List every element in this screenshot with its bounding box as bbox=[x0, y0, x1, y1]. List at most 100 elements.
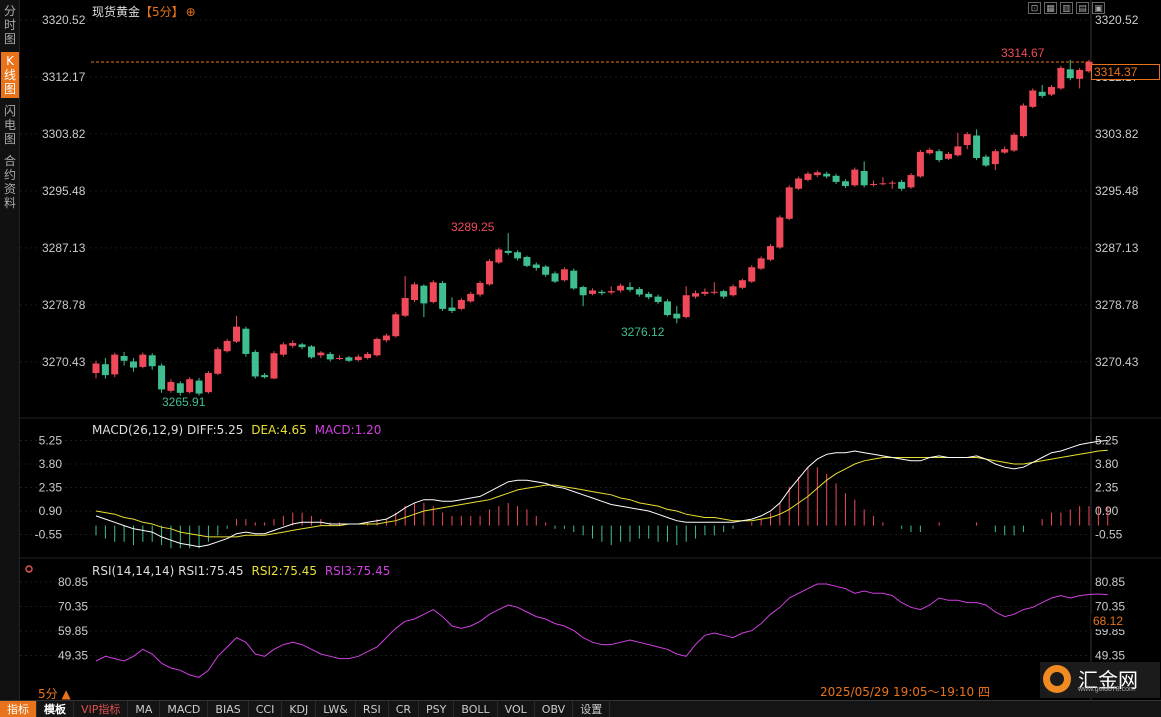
candle-body bbox=[589, 290, 596, 294]
candle-body bbox=[1066, 69, 1074, 79]
window-controls: ⊡ ▦ ▥ ▤ ▣ bbox=[1028, 2, 1105, 14]
candle-body bbox=[832, 175, 840, 182]
rsi-tick-left: 49.35 bbox=[58, 649, 88, 663]
candle-body bbox=[570, 270, 578, 289]
candle-body bbox=[1048, 87, 1056, 95]
toolbar-tab-4[interactable]: MACD bbox=[160, 700, 209, 717]
add-indicator-icon[interactable]: ⊕ bbox=[186, 5, 196, 19]
left-tab-1[interactable]: K线图 bbox=[1, 52, 19, 98]
window-button-0[interactable]: ⊡ bbox=[1028, 2, 1041, 14]
toolbar-tab-13[interactable]: VOL bbox=[498, 700, 535, 717]
macd-tick-right: 2.35 bbox=[1095, 481, 1119, 495]
left-tab-2[interactable]: 闪电图 bbox=[1, 102, 19, 148]
rsi-tick-right: 80.85 bbox=[1095, 575, 1125, 589]
macd-dea-line bbox=[95, 449, 1108, 538]
toolbar-tab-1[interactable]: 模板 bbox=[37, 700, 74, 717]
rsi-params: RSI(14,14,14) bbox=[92, 564, 175, 578]
candle-body bbox=[654, 296, 662, 303]
candle-body bbox=[617, 285, 625, 291]
toolbar-tab-8[interactable]: LW& bbox=[316, 700, 356, 717]
cursor-datetime: 2025/05/29 19:05～19:10 四 bbox=[820, 685, 990, 699]
candle-body bbox=[139, 354, 147, 367]
candle-body bbox=[336, 358, 344, 360]
candle-body bbox=[467, 293, 475, 302]
annotation-low-left: 3265.91 bbox=[162, 395, 206, 409]
candle-body bbox=[766, 246, 774, 260]
candle-body bbox=[795, 178, 803, 189]
toolbar-tab-6[interactable]: CCI bbox=[249, 700, 283, 717]
toolbar-tab-3[interactable]: MA bbox=[128, 700, 161, 717]
toolbar-tab-2[interactable]: VIP指标 bbox=[74, 700, 129, 717]
rsi-tick-left: 70.35 bbox=[58, 600, 88, 614]
candle-body bbox=[963, 134, 971, 146]
window-button-2[interactable]: ▥ bbox=[1060, 2, 1073, 14]
candle-body bbox=[223, 340, 231, 352]
candle-body bbox=[186, 379, 194, 393]
macd-tick-left: 2.35 bbox=[39, 481, 63, 495]
left-tab-3[interactable]: 合约资料 bbox=[1, 152, 19, 212]
indicator-toolbar: 指标 模板 VIP指标 MA MACD BIAS CCI KDJ LW& RSI CR PSY BOLL… bbox=[0, 700, 1161, 717]
left-tab-0[interactable]: 分时图 bbox=[1, 2, 19, 48]
left-view-tabs: 分时图 K线图闪电图合约资料 bbox=[0, 0, 20, 700]
macd-diff-value: DIFF:5.25 bbox=[186, 423, 244, 437]
candle-body bbox=[476, 282, 484, 295]
candle-body bbox=[944, 153, 952, 159]
candle-body bbox=[167, 381, 175, 391]
macd-tick-left: 5.25 bbox=[39, 434, 63, 448]
candle-body bbox=[888, 182, 896, 184]
toolbar-tab-5[interactable]: BIAS bbox=[208, 700, 249, 717]
rsi-tick-left: 59.85 bbox=[58, 624, 88, 638]
candle-body bbox=[382, 335, 390, 341]
macd-macd-value: MACD:1.20 bbox=[314, 423, 382, 437]
instrument-name: 现货黄金 bbox=[92, 5, 141, 19]
candle-body bbox=[92, 363, 100, 374]
candle-body bbox=[757, 258, 765, 269]
brand-logo: 汇金网 www.gold678.com bbox=[1040, 662, 1160, 698]
price-tick-right: 3295.48 bbox=[1095, 184, 1139, 198]
candle-body bbox=[813, 172, 821, 176]
candle-body bbox=[551, 273, 559, 282]
candle-body bbox=[579, 287, 587, 296]
toolbar-tab-0[interactable]: 指标 bbox=[0, 700, 37, 717]
toolbar-tab-7[interactable]: KDJ bbox=[282, 700, 317, 717]
toolbar-tab-10[interactable]: CR bbox=[389, 700, 420, 717]
candle-body bbox=[542, 266, 550, 275]
candle-body bbox=[401, 297, 409, 316]
window-button-3[interactable]: ▤ bbox=[1076, 2, 1089, 14]
annotation-high: 3314.67 bbox=[1001, 46, 1045, 60]
macd-legend: MACD(26,12,9) DIFF:5.25 DEA:4.65 MACD:1.… bbox=[92, 423, 381, 437]
candle-body bbox=[523, 257, 531, 266]
window-button-1[interactable]: ▦ bbox=[1044, 2, 1057, 14]
candle-body bbox=[345, 357, 353, 361]
candle-body bbox=[420, 285, 428, 304]
price-tick-right: 3303.82 bbox=[1095, 127, 1139, 141]
candle-body bbox=[635, 289, 643, 295]
rsi-tick-left: 80.85 bbox=[58, 575, 88, 589]
price-tick-left: 3278.78 bbox=[42, 298, 86, 312]
candle-body bbox=[307, 346, 315, 358]
price-tick-right: 3278.78 bbox=[1095, 298, 1139, 312]
candle-body bbox=[270, 353, 278, 379]
toolbar-tab-14[interactable]: OBV bbox=[535, 700, 574, 717]
candle-body bbox=[1010, 134, 1018, 151]
rsi-current-tag: 68.12 bbox=[1091, 614, 1160, 629]
toolbar-tab-11[interactable]: PSY bbox=[419, 700, 455, 717]
candle-body bbox=[120, 355, 128, 361]
toolbar-tab-9[interactable]: RSI bbox=[356, 700, 389, 717]
price-tick-right: 3287.13 bbox=[1095, 241, 1139, 255]
current-price-tag: 3314.37 bbox=[1091, 64, 1160, 80]
candle-body bbox=[195, 380, 203, 394]
window-button-4[interactable]: ▣ bbox=[1092, 2, 1105, 14]
candle-body bbox=[111, 354, 119, 375]
instrument-title: 现货黄金【5分】 ⊕ bbox=[92, 3, 196, 20]
rsi3-value: RSI3:75.45 bbox=[324, 564, 391, 578]
chart-canvas[interactable]: 3320.523320.523312.173312.173303.823303.… bbox=[20, 0, 1161, 700]
price-tick-right: 3270.43 bbox=[1095, 355, 1139, 369]
toolbar-tab-12[interactable]: BOLL bbox=[454, 700, 498, 717]
candle-body bbox=[954, 146, 962, 156]
toolbar-tab-15[interactable]: 设置 bbox=[573, 700, 611, 717]
candle-body bbox=[251, 351, 259, 377]
candle-body bbox=[429, 282, 437, 303]
candle-body bbox=[841, 181, 849, 187]
price-tick-left: 3295.48 bbox=[42, 184, 86, 198]
